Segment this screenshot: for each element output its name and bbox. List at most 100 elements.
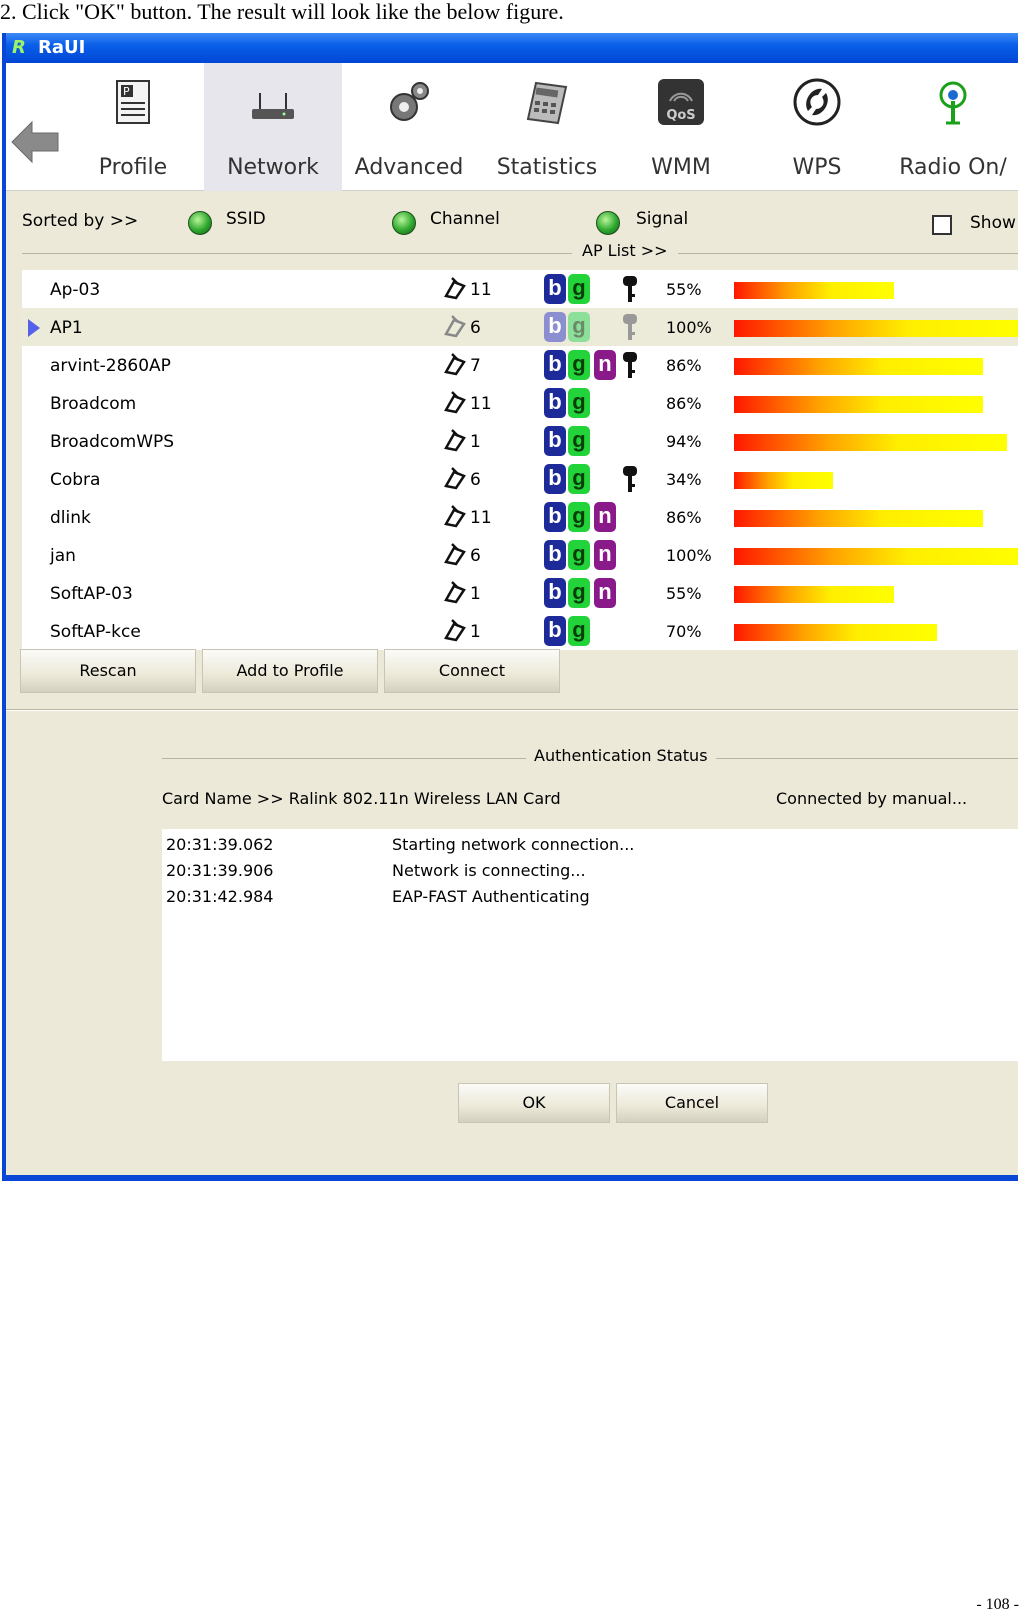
- mode-b-badge: b: [544, 388, 566, 418]
- wmm-icon: QoS: [658, 79, 704, 125]
- mode-g-badge: g: [568, 540, 590, 570]
- tab-statistics[interactable]: Statistics: [478, 63, 616, 191]
- sorted-by-label: Sorted by >>: [22, 211, 139, 231]
- show-checkbox[interactable]: [932, 215, 952, 235]
- mode-n-badge: n: [594, 540, 616, 570]
- ap-channel: 1: [470, 432, 481, 452]
- mode-g-badge: g: [568, 350, 590, 380]
- ap-row[interactable]: jan 6 b g n 100%: [22, 536, 1018, 574]
- ap-row[interactable]: dlink 11 b g n 86%: [22, 498, 1018, 536]
- add-to-profile-button[interactable]: Add to Profile: [202, 649, 378, 693]
- channel-icon: [444, 467, 466, 490]
- ap-list-label: AP List >>: [572, 241, 678, 260]
- log-time: 20:31:42.984: [166, 887, 274, 906]
- ap-list: Ap-03 11 b g 55% AP1 6 b g 100% arvint-2860AP 7 b g n 8…: [22, 270, 1018, 650]
- mode-g-badge: g: [568, 388, 590, 418]
- toolbar: P Profile Network Advanced Statistics Qo…: [6, 63, 1018, 191]
- log-row: 20:31:39.062 Starting network connection.…: [162, 829, 1018, 855]
- ap-channel: 6: [470, 470, 481, 490]
- log-time: 20:31:39.906: [166, 861, 274, 880]
- rescan-button[interactable]: Rescan: [20, 649, 196, 693]
- security-key-icon: [623, 276, 637, 302]
- advanced-icon: [390, 82, 429, 121]
- tab-wmm[interactable]: QoS WMM: [612, 63, 750, 191]
- tab-label: WMM: [651, 155, 711, 180]
- sort-channel-radio[interactable]: [392, 211, 416, 235]
- ap-row[interactable]: arvint-2860AP 7 b g n 86%: [22, 346, 1018, 384]
- ap-row[interactable]: SoftAP-03 1 b g n 55%: [22, 574, 1018, 612]
- mode-g-badge: g: [568, 464, 590, 494]
- ap-channel: 1: [470, 584, 481, 604]
- page-number: - 108 -: [976, 1596, 1019, 1613]
- ap-channel: 6: [470, 318, 481, 338]
- auth-status-label: Authentication Status: [526, 746, 716, 765]
- sort-channel-label: Channel: [430, 209, 500, 229]
- channel-icon: [444, 581, 466, 604]
- ap-row[interactable]: Ap-03 11 b g 55%: [22, 270, 1018, 308]
- log-message: Network is connecting...: [392, 861, 586, 880]
- tab-label: Radio On/: [899, 155, 1007, 180]
- svg-text:P: P: [123, 85, 130, 98]
- ok-button[interactable]: OK: [458, 1083, 610, 1123]
- cancel-button[interactable]: Cancel: [616, 1083, 768, 1123]
- mode-b-badge: b: [544, 426, 566, 456]
- ap-ssid: SoftAP-kce: [50, 622, 141, 642]
- ap-signal-bar: [734, 548, 1018, 565]
- ap-row[interactable]: AP1 6 b g 100%: [22, 308, 1018, 346]
- mode-b-badge: b: [544, 312, 566, 342]
- tab-label: Advanced: [354, 155, 464, 180]
- ap-ssid: AP1: [50, 318, 83, 338]
- ap-channel: 11: [470, 280, 492, 300]
- log-row: 20:31:39.906 Network is connecting...: [162, 855, 1018, 881]
- tab-profile[interactable]: P Profile: [64, 63, 202, 191]
- ap-signal-bar: [734, 624, 937, 641]
- mode-b-badge: b: [544, 502, 566, 532]
- ap-signal-bar: [734, 510, 983, 527]
- mode-n-badge: n: [594, 350, 616, 380]
- ap-signal-percent: 100%: [666, 318, 712, 337]
- ap-signal-bar: [734, 320, 1018, 337]
- auth-log[interactable]: 20:31:39.062 Starting network connection.…: [162, 829, 1018, 1061]
- sort-bar: Sorted by >> SSID Channel Signal Show: [6, 191, 1018, 251]
- sort-signal-radio[interactable]: [596, 211, 620, 235]
- svg-text:QoS: QoS: [666, 108, 695, 123]
- channel-icon: [444, 429, 466, 452]
- ap-channel: 1: [470, 622, 481, 642]
- security-key-icon: [623, 314, 637, 340]
- ap-row[interactable]: Broadcom 11 b g 86%: [22, 384, 1018, 422]
- sort-signal-label: Signal: [636, 209, 689, 229]
- tab-network[interactable]: Network: [204, 63, 342, 191]
- sort-ssid-radio[interactable]: [188, 211, 212, 235]
- ap-signal-percent: 94%: [666, 432, 702, 451]
- tab-wps[interactable]: WPS: [748, 63, 886, 191]
- ap-channel: 7: [470, 356, 481, 376]
- connected-by: Connected by manual...: [776, 789, 968, 808]
- tab-label: WPS: [792, 155, 842, 180]
- back-arrow-icon[interactable]: [10, 119, 60, 165]
- ap-channel: 11: [470, 394, 492, 414]
- ap-signal-bar: [734, 358, 983, 375]
- tab-radio-on[interactable]: Radio On/: [884, 63, 1018, 191]
- channel-icon: [444, 391, 466, 414]
- ap-signal-percent: 55%: [666, 584, 702, 603]
- security-key-icon: [623, 466, 637, 492]
- ap-list-divider: [22, 253, 1018, 254]
- ap-signal-bar: [734, 586, 894, 603]
- mode-b-badge: b: [544, 616, 566, 646]
- ap-ssid: arvint-2860AP: [50, 356, 171, 376]
- tab-advanced[interactable]: Advanced: [340, 63, 478, 191]
- channel-icon: [444, 543, 466, 566]
- connect-button[interactable]: Connect: [384, 649, 560, 693]
- ap-ssid: SoftAP-03: [50, 584, 133, 604]
- ap-row[interactable]: SoftAP-kce 1 b g 70%: [22, 612, 1018, 650]
- tab-label: Profile: [98, 155, 168, 180]
- ap-signal-bar: [734, 434, 1007, 451]
- ap-row[interactable]: BroadcomWPS 1 b g 94%: [22, 422, 1018, 460]
- wps-icon: [793, 78, 841, 126]
- tab-label: Statistics: [496, 155, 598, 180]
- card-name: Card Name >> Ralink 802.11n Wireless LAN…: [162, 789, 561, 808]
- tab-label: Network: [227, 155, 319, 180]
- mode-b-badge: b: [544, 464, 566, 494]
- ap-row[interactable]: Cobra 6 b g 34%: [22, 460, 1018, 498]
- ap-signal-bar: [734, 472, 833, 489]
